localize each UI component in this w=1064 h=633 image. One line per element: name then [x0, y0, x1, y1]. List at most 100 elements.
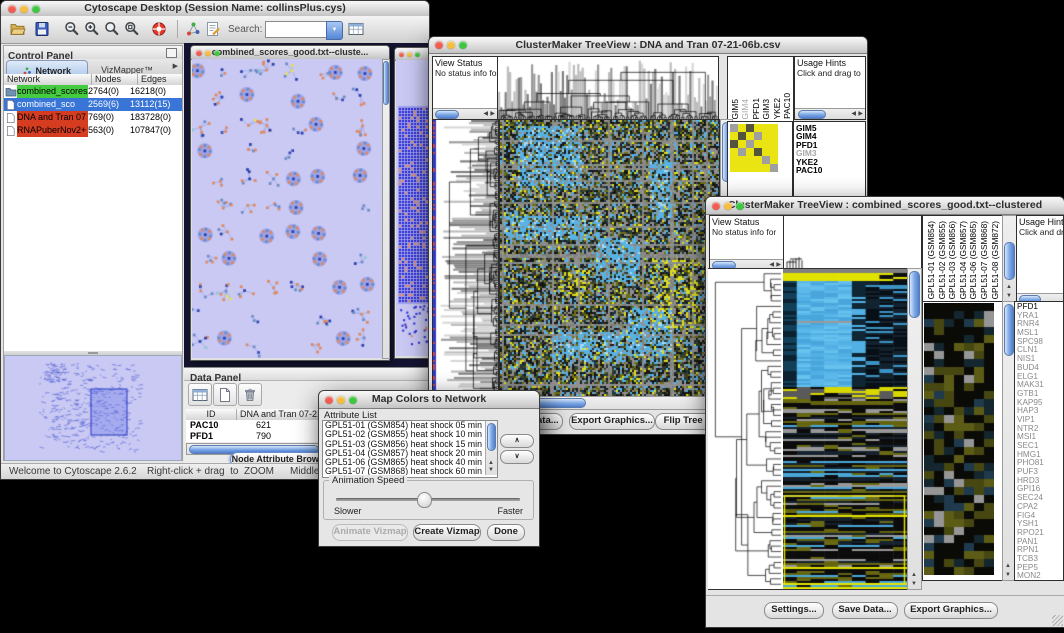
column-label[interactable]: GPL51-04 (GSM857) [958, 221, 969, 299]
zoom-window-icon[interactable] [736, 202, 744, 210]
gene-label[interactable]: MON2 [1015, 572, 1063, 581]
network-table-row[interactable]: DNA and Tran 07769(0)183728(0) [4, 111, 182, 124]
matrix-cell[interactable] [746, 148, 754, 156]
matrix-cell[interactable] [754, 156, 762, 164]
network-overview-icon[interactable] [183, 19, 203, 39]
matrix-cell[interactable] [754, 148, 762, 156]
network-table-row[interactable]: combined_sco2569(6)13112(15) [4, 98, 182, 111]
column-label[interactable]: GIM4 [740, 99, 750, 119]
network-overview-thumbnail[interactable] [4, 355, 182, 461]
search-dropdown-button[interactable]: ▼ [326, 21, 343, 40]
heatmap-canvas[interactable] [783, 268, 907, 590]
zoom-window-icon[interactable] [415, 52, 420, 57]
minimize-icon[interactable] [20, 5, 28, 13]
column-label[interactable]: PFD1 [751, 98, 761, 119]
matrix-cell[interactable] [746, 140, 754, 148]
heatmap-vertical-scrollbar[interactable]: ▲▼ [907, 268, 922, 590]
close-icon[interactable] [196, 50, 202, 56]
column-label[interactable]: GPL51-02 (GSM855) [937, 221, 948, 299]
column-label[interactable]: PAC10 [782, 93, 792, 119]
treeview2-title-bar[interactable]: ClusterMaker TreeView : combined_scores_… [706, 197, 1064, 215]
network-vertical-scrollbar[interactable] [382, 59, 390, 359]
close-icon[interactable] [8, 5, 16, 13]
delete-attribute-button[interactable] [238, 383, 262, 406]
matrix-cell[interactable] [730, 164, 738, 172]
matrix-cell[interactable] [746, 156, 754, 164]
matrix-cell[interactable] [738, 140, 746, 148]
save-data-button[interactable]: Save Data... [832, 602, 898, 619]
column-label[interactable]: GPL51-03 (GSM856) [947, 221, 958, 299]
close-icon[interactable] [435, 41, 443, 49]
move-up-button[interactable]: ∧ [500, 434, 534, 448]
row-label[interactable]: PAC10 [794, 166, 865, 174]
row-dendrogram[interactable] [708, 268, 783, 590]
matrix-cell[interactable] [754, 132, 762, 140]
zoom-window-icon[interactable] [32, 5, 40, 13]
new-attribute-button[interactable] [213, 383, 237, 406]
save-session-button[interactable] [32, 19, 52, 39]
tab-scroll-arrow[interactable]: ▶ [173, 62, 178, 70]
zoom-window-icon[interactable] [349, 396, 357, 404]
zoom-window-icon[interactable] [459, 41, 467, 49]
export-graphics-button[interactable]: Export Graphics... [904, 602, 998, 619]
main-title-bar[interactable]: Cytoscape Desktop (Session Name: collins… [1, 1, 429, 17]
zoom-in-button[interactable] [82, 19, 102, 39]
matrix-cell[interactable] [738, 132, 746, 140]
matrix-cell[interactable] [730, 140, 738, 148]
tab-vizmapper[interactable]: VizMapper™ [88, 60, 166, 74]
zoom-window-icon[interactable] [214, 50, 220, 56]
matrix-cell[interactable] [738, 148, 746, 156]
matrix-cell[interactable] [738, 156, 746, 164]
matrix-cell[interactable] [762, 140, 770, 148]
matrix-cell[interactable] [770, 124, 778, 132]
close-icon[interactable] [399, 52, 404, 57]
create-vizmap-button[interactable]: Create Vizmap [413, 524, 481, 541]
horizontal-scrollbar[interactable]: ◀▶ [795, 108, 865, 119]
treeview1-title-bar[interactable]: ClusterMaker TreeView : DNA and Tran 07-… [429, 37, 867, 54]
help-icon[interactable] [149, 19, 169, 39]
zoom-out-button[interactable] [62, 19, 82, 39]
zoom-heatmap-canvas[interactable] [924, 303, 994, 575]
horizontal-scrollbar[interactable]: ◀▶ [433, 108, 497, 119]
matrix-cell[interactable] [730, 148, 738, 156]
matrix-cell[interactable] [762, 164, 770, 172]
network-table-row[interactable]: combined_scores2764(0)16218(0) [4, 85, 182, 98]
matrix-cell[interactable] [754, 124, 762, 132]
export-graphics-button[interactable]: Export Graphics... [569, 413, 655, 430]
correlation-matrix[interactable] [730, 124, 778, 172]
animate-vizmap-button[interactable]: Animate Vizmap [332, 524, 408, 541]
minimize-icon[interactable] [447, 41, 455, 49]
matrix-cell[interactable] [770, 132, 778, 140]
close-icon[interactable] [712, 202, 720, 210]
minimize-icon[interactable] [407, 52, 412, 57]
matrix-cell[interactable] [770, 164, 778, 172]
attribute-list[interactable]: GPL51-01 (GSM854) heat shock 05 minGPL51… [322, 420, 498, 478]
attribute-select-button[interactable] [188, 383, 212, 406]
column-label[interactable]: GPL51-06 (GSM865) [968, 221, 979, 299]
minimize-icon[interactable] [724, 202, 732, 210]
matrix-cell[interactable] [730, 156, 738, 164]
matrix-cell[interactable] [738, 164, 746, 172]
done-button[interactable]: Done [487, 524, 525, 541]
matrix-cell[interactable] [754, 140, 762, 148]
network-table-row[interactable]: RNAPuberNov2+563(0)107847(0) [4, 124, 182, 137]
dense-network-canvas[interactable] [396, 60, 429, 356]
column-dendrogram[interactable] [783, 215, 922, 270]
matrix-cell[interactable] [730, 132, 738, 140]
tab-network[interactable]: Network [6, 60, 88, 75]
column-dendrogram[interactable] [497, 56, 719, 120]
heatmap-canvas[interactable] [499, 119, 720, 397]
matrix-cell[interactable] [762, 124, 770, 132]
resize-grip[interactable] [1052, 615, 1063, 626]
row-dendrogram[interactable] [432, 119, 499, 397]
matrix-cell[interactable] [738, 124, 746, 132]
matrix-cell[interactable] [746, 164, 754, 172]
network-canvas[interactable] [192, 59, 382, 358]
column-label[interactable]: GIM3 [761, 99, 771, 119]
column-label[interactable]: GIM5 [730, 99, 740, 119]
matrix-cell[interactable] [762, 156, 770, 164]
results-table-icon[interactable] [346, 19, 366, 39]
close-icon[interactable] [325, 396, 333, 404]
matrix-cell[interactable] [746, 132, 754, 140]
zoom-fit-button[interactable] [122, 19, 142, 39]
